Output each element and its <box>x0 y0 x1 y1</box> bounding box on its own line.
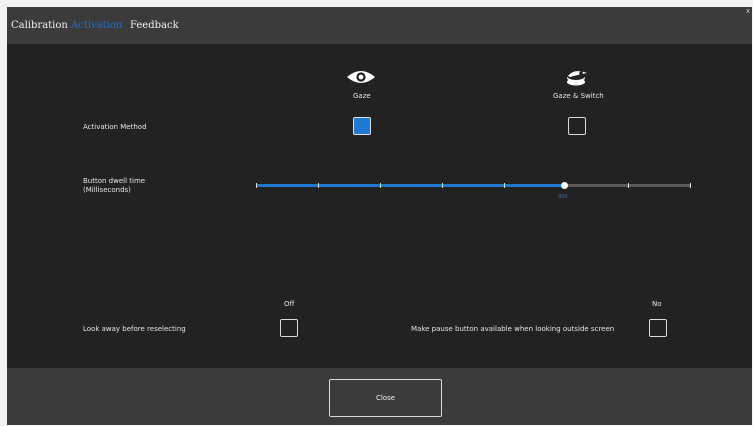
tab-bar: Calibration Activation Feedback x <box>7 7 752 44</box>
slider-tick <box>442 183 443 188</box>
close-button[interactable]: Close <box>329 379 442 417</box>
slider-tick <box>504 183 505 188</box>
slider-tick <box>690 183 691 188</box>
pause-button-state-label: No <box>652 300 662 308</box>
slider-fill <box>256 184 564 187</box>
slider-tick <box>256 183 257 188</box>
dwell-time-slider[interactable]: 900 <box>256 179 691 200</box>
dwell-time-label: Button dwell time <box>83 177 146 185</box>
slider-thumb[interactable] <box>561 182 568 189</box>
gaze-checkbox[interactable] <box>353 117 371 135</box>
tab-feedback[interactable]: Feedback <box>130 20 179 31</box>
window-close-icon[interactable]: x <box>746 7 750 15</box>
slider-tick <box>380 183 381 188</box>
activation-method-label: Activation Method <box>83 123 147 131</box>
footer-bar: Close <box>7 368 752 425</box>
settings-window: Calibration Activation Feedback x Gaze G… <box>7 7 752 425</box>
eye-icon <box>347 71 375 83</box>
tab-calibration[interactable]: Calibration <box>11 20 68 31</box>
gaze-switch-option-label: Gaze & Switch <box>553 92 604 100</box>
slider-tick <box>628 183 629 188</box>
gaze-option-label: Gaze <box>353 92 371 100</box>
tab-activation[interactable]: Activation <box>71 20 122 31</box>
dwell-time-unit-label: (Milliseconds) <box>83 186 131 194</box>
look-away-checkbox[interactable] <box>280 319 298 337</box>
slider-value-label: 900 <box>558 194 568 200</box>
look-away-state-label: Off <box>284 300 295 308</box>
gaze-switch-icon <box>567 71 587 86</box>
look-away-label: Look away before reselecting <box>83 325 186 333</box>
pause-button-label: Make pause button available when looking… <box>411 325 615 333</box>
pause-button-checkbox[interactable] <box>649 319 667 337</box>
gaze-switch-checkbox[interactable] <box>568 117 586 135</box>
slider-tick <box>318 183 319 188</box>
